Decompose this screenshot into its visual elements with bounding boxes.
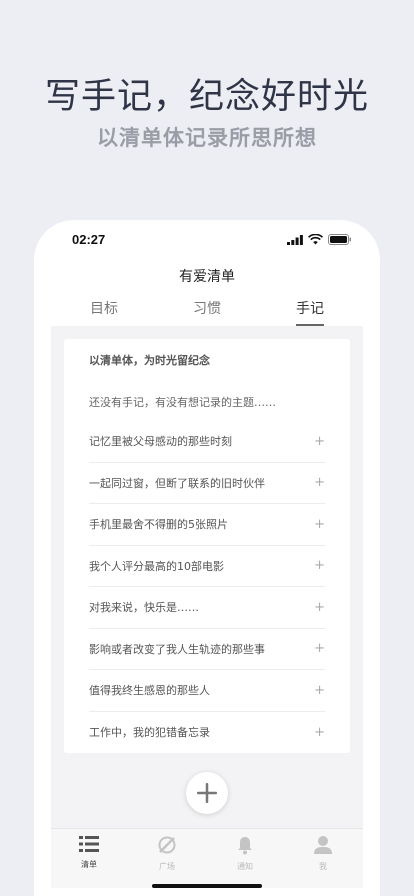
segment-tabs: 目标 习惯 手记 — [34, 298, 380, 326]
list-item[interactable]: 值得我终生感恩的那些人 + — [89, 670, 325, 712]
list-item-label: 工作中，我的犯错备忘录 — [89, 726, 210, 740]
signal-icon — [287, 234, 303, 245]
tabbar-item-me[interactable]: 我 — [293, 835, 353, 872]
add-icon[interactable]: + — [314, 517, 325, 532]
status-icons — [287, 234, 352, 245]
headline: 写手记，纪念好时光 — [44, 77, 369, 117]
status-time: 02:27 — [72, 232, 106, 247]
tab-goals[interactable]: 目标 — [74, 298, 134, 318]
list-item-label: 我个人评分最高的10部电影 — [89, 559, 224, 573]
wifi-icon — [308, 234, 323, 245]
list-item-label: 影响或者改变了我人生轨迹的那些事 — [89, 642, 265, 656]
tabbar-label: 通知 — [237, 862, 253, 871]
bottom-tab-bar: 清单 广场 通知 我 — [51, 828, 363, 888]
list-item[interactable]: 手机里最舍不得删的5张照片 + — [89, 504, 325, 546]
plus-icon — [197, 783, 217, 803]
tabbar-item-square[interactable]: 广场 — [137, 835, 197, 872]
card-title: 以清单体，为时光留纪念 — [89, 354, 210, 367]
tabbar-item-list[interactable]: 清单 — [59, 835, 119, 870]
user-icon — [314, 836, 332, 854]
list-item[interactable]: 对我来说，快乐是…… + — [89, 587, 325, 629]
list-item[interactable]: 影响或者改变了我人生轨迹的那些事 + — [89, 629, 325, 670]
phone-frame: 02:27 有爱清单 目标 习惯 手记 以清单体，为时光留纪念 还没有手记，有没… — [34, 220, 380, 896]
list-item-label: 记忆里被父母感动的那些时刻 — [89, 435, 232, 449]
tabbar-label: 广场 — [159, 862, 175, 871]
bell-icon — [238, 837, 252, 855]
list-item[interactable]: 工作中，我的犯错备忘录 + — [89, 712, 325, 754]
tabbar-item-notifications[interactable]: 通知 — [215, 835, 275, 872]
add-icon[interactable]: + — [314, 558, 325, 573]
compass-icon — [158, 836, 176, 854]
card-intro: 还没有手记，有没有想记录的主题…… — [89, 396, 276, 409]
home-indicator — [152, 884, 262, 888]
tabbar-label: 清单 — [81, 860, 97, 869]
notes-card: 以清单体，为时光留纪念 还没有手记，有没有想记录的主题…… 记忆里被父母感动的那… — [64, 339, 350, 753]
tab-habits[interactable]: 习惯 — [177, 298, 237, 318]
list-item[interactable]: 我个人评分最高的10部电影 + — [89, 546, 325, 587]
add-icon[interactable]: + — [314, 641, 325, 656]
list-item[interactable]: 一起同过窗，但断了联系的旧时伙伴 + — [89, 463, 325, 504]
add-note-button[interactable] — [186, 772, 228, 814]
topic-list: 记忆里被父母感动的那些时刻 + 一起同过窗，但断了联系的旧时伙伴 + 手机里最舍… — [89, 421, 325, 753]
list-item-label: 对我来说，快乐是…… — [89, 601, 199, 615]
list-item[interactable]: 记忆里被父母感动的那些时刻 + — [89, 421, 325, 463]
add-icon[interactable]: + — [314, 725, 325, 740]
content-area: 以清单体，为时光留纪念 还没有手记，有没有想记录的主题…… 记忆里被父母感动的那… — [51, 326, 363, 828]
list-item-label: 值得我终生感恩的那些人 — [89, 684, 210, 698]
tab-notes[interactable]: 手记 — [280, 298, 340, 318]
add-icon[interactable]: + — [314, 600, 325, 615]
list-item-label: 手机里最舍不得删的5张照片 — [89, 518, 228, 532]
app-title: 有爱清单 — [179, 269, 235, 285]
add-icon[interactable]: + — [314, 434, 325, 449]
add-icon[interactable]: + — [314, 475, 325, 490]
status-bar: 02:27 — [34, 220, 380, 260]
subline: 以清单体记录所思所想 — [97, 126, 317, 150]
list-item-label: 一起同过窗，但断了联系的旧时伙伴 — [89, 476, 265, 490]
add-icon[interactable]: + — [314, 683, 325, 698]
battery-icon — [328, 234, 351, 245]
tabbar-label: 我 — [319, 862, 327, 871]
list-icon — [79, 836, 99, 852]
